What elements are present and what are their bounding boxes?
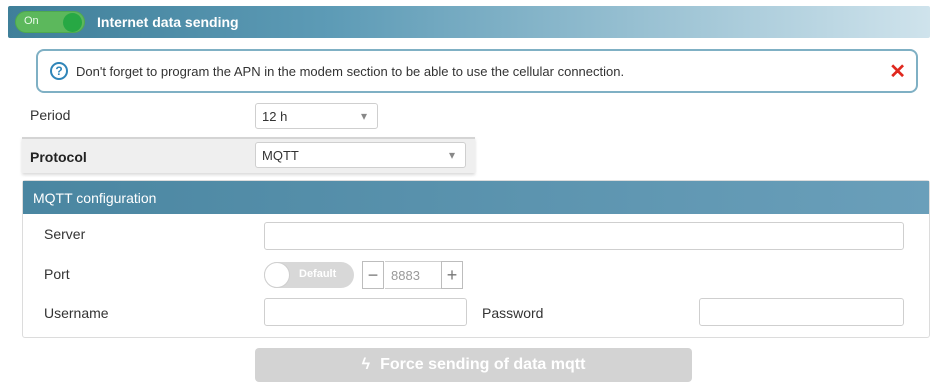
protocol-select[interactable]: MQTT ▾ [255,142,466,168]
close-icon[interactable]: ✕ [889,62,906,82]
period-value: 12 h [262,108,288,124]
mqtt-config-title: MQTT configuration [23,181,929,214]
alert-text: Don't forget to program the APN in the m… [76,63,625,79]
protocol-label: Protocol [30,149,87,165]
port-increment-button[interactable]: + [441,261,463,289]
question-circle-icon: ? [50,62,68,80]
server-input[interactable] [264,222,904,250]
server-label: Server [44,226,86,242]
protocol-value: MQTT [262,147,299,163]
password-label: Password [482,305,544,321]
password-input[interactable] [699,298,904,326]
plus-icon: + [446,264,458,285]
username-input[interactable] [264,298,467,326]
minus-icon: − [367,264,379,285]
username-label: Username [44,305,109,321]
internet-sending-toggle[interactable]: On [15,11,85,33]
toggle-knob [264,262,290,288]
port-default-toggle[interactable]: Default [264,262,354,288]
port-default-label: Default [299,268,337,280]
section-header: On Internet data sending [8,6,930,38]
chevron-down-icon: ▾ [360,109,367,123]
info-alert: ? Don't forget to program the APN in the… [36,49,918,93]
port-label: Port [44,266,70,282]
period-select[interactable]: 12 h ▾ [255,103,378,129]
bolt-icon: ϟ [361,356,371,373]
force-sending-button[interactable]: ϟ Force sending of data mqtt [255,348,692,382]
period-label: Period [30,107,71,123]
port-decrement-button[interactable]: − [362,261,384,289]
port-value[interactable]: 8883 [385,261,441,289]
toggle-knob [63,13,82,32]
toggle-label: On [24,15,39,27]
section-title: Internet data sending [97,14,239,30]
force-sending-label: Force sending of data mqtt [380,356,586,373]
chevron-down-icon: ▾ [448,148,455,162]
